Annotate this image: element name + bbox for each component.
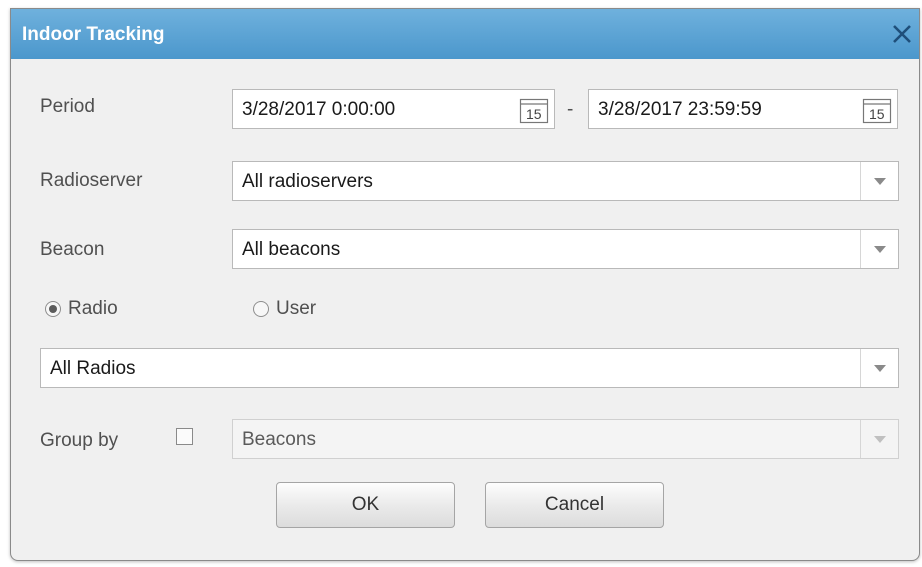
period-end-value: 3/28/2017 23:59:59 — [598, 99, 762, 120]
calendar-day-label: 15 — [526, 106, 542, 122]
chevron-down-icon — [860, 420, 898, 458]
ok-button[interactable]: OK — [276, 482, 455, 528]
user-mode-radio[interactable] — [253, 301, 269, 317]
radios-value: All Radios — [50, 358, 136, 379]
period-separator: - — [567, 99, 574, 120]
chevron-down-icon[interactable] — [860, 349, 898, 387]
chevron-down-icon[interactable] — [860, 230, 898, 268]
beacon-dropdown[interactable]: All beacons — [232, 229, 899, 269]
radioserver-label: Radioserver — [40, 170, 143, 191]
close-icon[interactable] — [889, 21, 915, 47]
period-label: Period — [40, 96, 95, 117]
period-end-field[interactable]: 3/28/2017 23:59:59 15 — [588, 89, 898, 129]
radio-mode-radio[interactable] — [45, 301, 61, 317]
radioserver-dropdown[interactable]: All radioservers — [232, 161, 899, 201]
group-by-dropdown: Beacons — [232, 419, 899, 459]
period-start-field[interactable]: 3/28/2017 0:00:00 15 — [232, 89, 555, 129]
cancel-button[interactable]: Cancel — [485, 482, 664, 528]
title-bar: Indoor Tracking — [11, 9, 919, 59]
beacon-value: All beacons — [242, 239, 341, 260]
radioserver-value: All radioservers — [242, 171, 373, 192]
calendar-day-label: 15 — [869, 106, 885, 122]
calendar-icon[interactable]: 15 — [519, 98, 549, 124]
user-mode-label[interactable]: User — [276, 298, 316, 320]
group-by-value: Beacons — [242, 429, 316, 450]
radios-dropdown[interactable]: All Radios — [40, 348, 899, 388]
radio-mode-label[interactable]: Radio — [68, 298, 118, 320]
indoor-tracking-dialog: Indoor Tracking Period 3/28/2017 0:00:00… — [10, 8, 920, 561]
group-by-label: Group by — [40, 430, 119, 451]
calendar-icon[interactable]: 15 — [862, 98, 892, 124]
beacon-label: Beacon — [40, 239, 105, 260]
dialog-title: Indoor Tracking — [22, 24, 165, 45]
group-by-checkbox[interactable] — [176, 428, 193, 445]
chevron-down-icon[interactable] — [860, 162, 898, 200]
period-start-value: 3/28/2017 0:00:00 — [242, 99, 396, 120]
